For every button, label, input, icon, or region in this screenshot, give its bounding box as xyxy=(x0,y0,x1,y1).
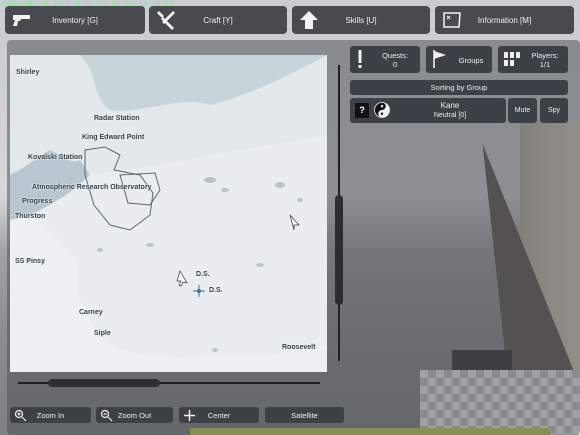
flag-icon xyxy=(433,50,446,68)
quests-count: 0 xyxy=(392,60,398,69)
map-label-progress: Progress xyxy=(22,198,53,205)
zoom-in-button[interactable]: Zoom In xyxy=(10,407,91,423)
player-name: Kane xyxy=(440,101,460,110)
tab-information[interactable]: Information [M] xyxy=(435,6,574,34)
satellite-label: Satellite xyxy=(291,410,318,420)
plus-icon xyxy=(184,410,195,421)
groups-label: Groups xyxy=(458,56,484,65)
map-icon xyxy=(441,9,463,31)
map-label-ss-pinsy: SS Pinsy xyxy=(15,258,45,265)
zoom-in-label: Zoom In xyxy=(36,410,65,420)
zoom-in-icon xyxy=(14,409,27,422)
players-label: Players: xyxy=(531,51,559,60)
map-label-ds-1: D.S. xyxy=(196,271,210,278)
sorting-button[interactable]: Sorting by Group xyxy=(350,80,568,95)
map-label-radar-station: Radar Station xyxy=(94,115,140,122)
center-label: Center xyxy=(207,410,231,420)
player-status: Neutral [0] xyxy=(433,112,467,119)
sorting-label: Sorting by Group xyxy=(430,83,488,92)
zoom-out-button[interactable]: Zoom Out xyxy=(96,407,173,423)
map-label-observatory: Atmospheric Research Observatory xyxy=(32,184,152,191)
world-map[interactable]: Shirley Radar Station King Edward Point … xyxy=(10,55,327,372)
groups-button[interactable]: Groups xyxy=(426,46,492,73)
players-button[interactable]: Players: 1/1 xyxy=(498,46,568,73)
arrow-up-icon xyxy=(298,9,320,31)
map-label-roosevelt: Roosevelt xyxy=(282,344,316,351)
map-vertical-scrollbar[interactable] xyxy=(335,195,343,305)
player-row-kane[interactable]: ? Kane Neutral [0] xyxy=(350,98,506,123)
map-label-shirley: Shirley xyxy=(16,69,40,76)
yin-yang-icon xyxy=(374,102,390,118)
tools-icon xyxy=(155,9,177,31)
map-label-king-edward-point: King Edward Point xyxy=(82,134,145,141)
zoom-out-icon xyxy=(100,409,113,422)
spy-label: Spy xyxy=(547,107,561,114)
map-label-carney: Carney xyxy=(79,309,103,316)
quests-button[interactable]: Quests: 0 xyxy=(350,46,420,73)
exclamation-icon xyxy=(358,50,362,68)
map-label-siple: Siple xyxy=(94,330,111,337)
zoom-out-label: Zoom Out xyxy=(117,410,152,420)
spy-button[interactable]: Spy xyxy=(540,98,568,123)
center-button[interactable]: Center xyxy=(179,407,259,423)
map-label-ds-2: D.S. xyxy=(209,287,223,294)
tab-skills[interactable]: Skills [U] xyxy=(292,6,430,34)
mute-button[interactable]: Mute xyxy=(508,98,537,123)
tab-inventory[interactable]: Inventory [G] xyxy=(5,6,145,34)
players-count: 1/1 xyxy=(539,60,551,69)
map-horizontal-scrollbar[interactable] xyxy=(48,379,160,387)
quests-label: Quests: xyxy=(382,51,408,60)
satellite-button[interactable]: Satellite xyxy=(265,407,344,423)
tab-craft[interactable]: Craft [Y] xyxy=(149,6,287,34)
help-icon: ? xyxy=(355,103,369,118)
map-terrain xyxy=(10,55,327,372)
map-label-kovalski-station: Kovalski Station xyxy=(28,154,83,161)
map-label-thurston: Thurston xyxy=(15,213,46,220)
players-icon xyxy=(504,52,520,66)
mute-label: Mute xyxy=(514,107,531,114)
pistol-icon xyxy=(11,9,33,31)
